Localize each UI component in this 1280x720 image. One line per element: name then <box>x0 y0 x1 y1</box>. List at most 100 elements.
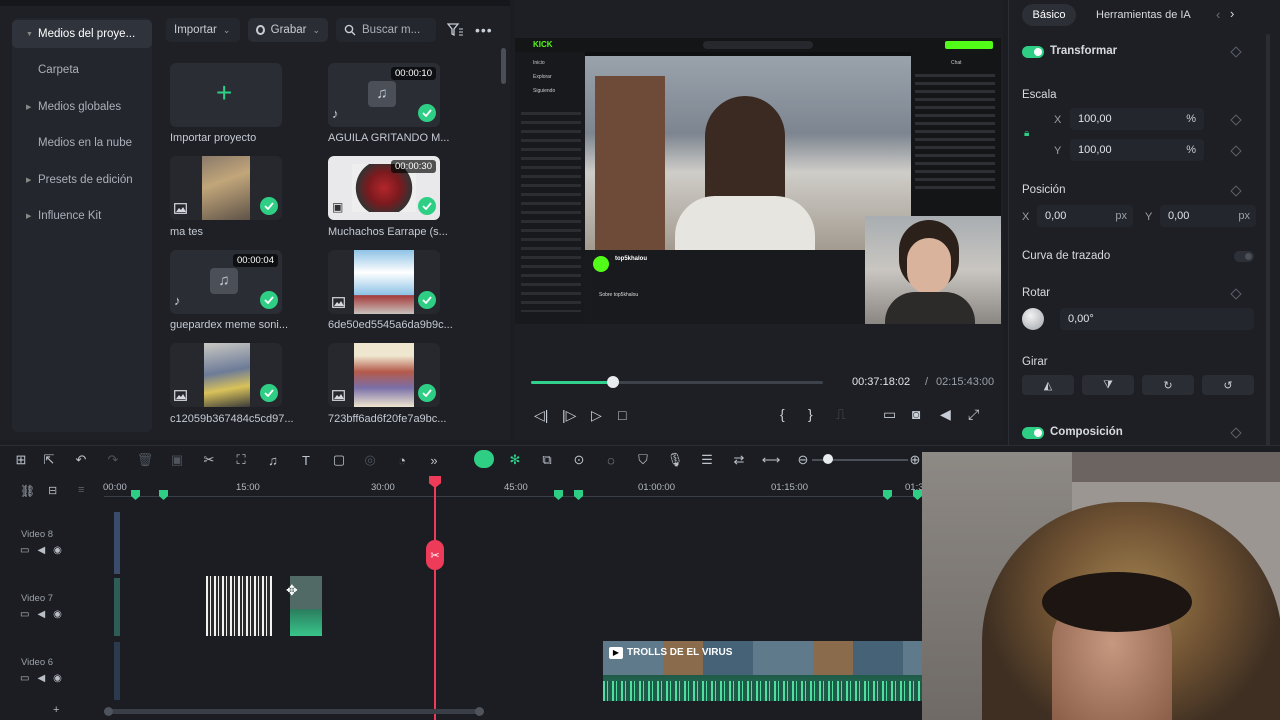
eye-icon[interactable]: ◉ <box>53 545 62 556</box>
audio-mixer-icon[interactable]: ☰ <box>698 451 716 469</box>
position-y-field[interactable]: 0,00 px <box>1160 205 1256 227</box>
nav-label: Influence Kit <box>38 210 102 222</box>
rotate-dial[interactable] <box>1022 308 1044 330</box>
media-item-image[interactable] <box>328 250 440 314</box>
stream-clip[interactable]: ▶ TROLLS DE EL VIRUS <box>603 641 922 701</box>
nav-cloud-media[interactable]: Medios en la nube <box>12 129 152 157</box>
media-item-video[interactable]: 00:00:30 ▣ <box>328 156 440 220</box>
rotate-field[interactable]: 0,00° <box>1060 308 1254 330</box>
media-item-image[interactable] <box>170 343 282 407</box>
timeline-scrollbar[interactable] <box>104 709 484 714</box>
flip-horizontal-button[interactable]: ◭ <box>1022 375 1074 395</box>
zoom-slider-knob[interactable] <box>823 454 833 464</box>
next-frame-icon[interactable]: |▷ <box>562 407 576 424</box>
search-box[interactable]: Buscar m... <box>336 18 436 42</box>
track-manager-icon: ≡ <box>78 484 85 496</box>
scale-x-field[interactable]: 100,00% <box>1070 108 1204 130</box>
display-icon[interactable]: ▭ <box>883 406 896 423</box>
mark-in-icon[interactable]: { <box>780 406 785 422</box>
camera-icon[interactable]: ◙ <box>912 406 920 422</box>
record-button[interactable]: Grabar ⌄ <box>248 18 328 42</box>
record-screen-icon[interactable]: ⊙ <box>570 451 588 469</box>
add-icon[interactable]: + <box>53 704 59 716</box>
more-tools-icon[interactable]: » <box>425 451 443 469</box>
clip-sliver[interactable] <box>114 512 120 574</box>
clip-sliver[interactable] <box>114 578 120 636</box>
position-x-field[interactable]: 0,00 px <box>1037 205 1133 227</box>
nav-folder[interactable]: Carpeta <box>12 56 152 84</box>
video-preview[interactable]: KICK Inicio Explorar Siguiendo Chat top5… <box>515 38 1001 324</box>
stop-icon[interactable]: □ <box>618 407 626 423</box>
eye-icon[interactable]: ◉ <box>53 609 62 620</box>
speaker-icon[interactable]: ◀ <box>37 609 45 620</box>
link-icon[interactable]: ⛓ <box>20 484 35 498</box>
clip-sliver[interactable] <box>114 642 120 700</box>
chevron-left-icon[interactable]: ‹ <box>1216 7 1220 22</box>
scale-y-field[interactable]: 100,00% <box>1070 139 1204 161</box>
current-time[interactable]: 00:37:18:02 <box>852 376 910 388</box>
nav-project-media[interactable]: ▼ Medios del proye... <box>12 20 152 48</box>
tab-basic[interactable]: Básico <box>1022 4 1076 26</box>
volume-icon[interactable]: ◀ <box>940 406 951 423</box>
replace-icon[interactable]: ⇄ <box>730 451 748 469</box>
folder-icon[interactable]: ▭ <box>20 545 29 556</box>
nav-global-media[interactable]: ▶ Medios globales <box>12 93 152 121</box>
text-icon[interactable]: T <box>297 451 315 469</box>
lock-icon[interactable]: 🔒︎ <box>1024 128 1029 139</box>
undo-icon[interactable]: ↶ <box>72 451 90 469</box>
preview-scrubber[interactable] <box>606 376 619 388</box>
composition-toggle[interactable] <box>1022 427 1044 439</box>
speaker-icon[interactable]: ◀ <box>37 545 45 556</box>
audio-edit-icon[interactable]: ♫ <box>264 451 282 469</box>
import-button[interactable]: Importar ⌄ <box>166 18 240 42</box>
library-scrollbar[interactable] <box>501 48 506 84</box>
search-input[interactable]: Buscar m... <box>362 24 420 36</box>
filter-icon[interactable] <box>447 23 463 37</box>
media-item-image[interactable] <box>328 343 440 407</box>
layout-grid-icon[interactable]: ⊞ <box>12 451 30 469</box>
playhead[interactable] <box>434 480 436 720</box>
media-item-audio[interactable]: ♫ 00:00:04 ♪ <box>170 250 282 314</box>
render-preview-icon[interactable]: ◌ <box>602 451 620 469</box>
folder-icon[interactable]: ▭ <box>20 609 29 620</box>
rotate-clockwise-button[interactable]: ↻ <box>1142 375 1194 395</box>
playhead-split-icon[interactable]: ✂ <box>426 540 444 570</box>
scroll-handle-left[interactable] <box>104 707 113 716</box>
media-item-image[interactable] <box>170 156 282 220</box>
path-curve-toggle[interactable] <box>1234 251 1254 262</box>
chevron-right-icon[interactable]: › <box>1230 6 1234 21</box>
speaker-icon[interactable]: ◀ <box>37 673 45 684</box>
flip-vertical-button[interactable]: ⧩ <box>1082 375 1134 395</box>
prev-frame-icon[interactable]: ◁| <box>534 407 548 424</box>
zoom-out-icon[interactable]: ⊖ <box>794 451 812 469</box>
speed-icon[interactable]: ◔ <box>393 451 411 469</box>
rotate-counterclockwise-button[interactable]: ↺ <box>1202 375 1254 395</box>
barcode-clip[interactable] <box>206 576 272 636</box>
eye-icon[interactable]: ◉ <box>53 673 62 684</box>
properties-scrollbar[interactable] <box>1266 34 1270 450</box>
fit-timeline-icon[interactable]: ⟷ <box>762 451 781 469</box>
folder-icon[interactable]: ▭ <box>20 673 29 684</box>
mark-out-icon[interactable]: } <box>808 406 813 422</box>
add-track-icon[interactable]: ⊟ <box>48 484 57 497</box>
ruler-label: 01:15:00 <box>771 482 808 493</box>
split-scissors-icon[interactable]: ✂ <box>200 451 218 469</box>
more-options-icon[interactable]: ••• <box>475 22 493 38</box>
nav-edit-presets[interactable]: ▶ Presets de edición <box>12 166 152 194</box>
play-icon[interactable]: ▷ <box>591 407 602 424</box>
marker-box-icon[interactable]: ▢ <box>330 451 348 469</box>
crop-icon[interactable]: ⛶ <box>232 451 250 469</box>
nav-influence-kit[interactable]: ▶ Influence Kit <box>12 202 152 230</box>
snap-icon[interactable]: ✻ <box>506 451 524 469</box>
select-tool-icon[interactable]: ⇱ <box>40 451 58 469</box>
scroll-handle-right[interactable] <box>475 707 484 716</box>
auto-reframe-icon[interactable]: ⧉ <box>538 451 556 469</box>
import-project-tile[interactable]: + <box>170 63 282 127</box>
transform-toggle[interactable] <box>1022 46 1044 58</box>
fullscreen-icon[interactable]: ⤢ <box>968 406 979 423</box>
microphone-icon[interactable]: 🎙︎ <box>666 451 684 469</box>
shield-icon[interactable]: ⛉ <box>634 451 652 469</box>
ai-assistant-icon[interactable] <box>474 450 494 468</box>
tab-ai-tools[interactable]: Herramientas de IA <box>1096 9 1191 21</box>
media-item-audio[interactable]: ♫ 00:00:10 ♪ <box>328 63 440 127</box>
